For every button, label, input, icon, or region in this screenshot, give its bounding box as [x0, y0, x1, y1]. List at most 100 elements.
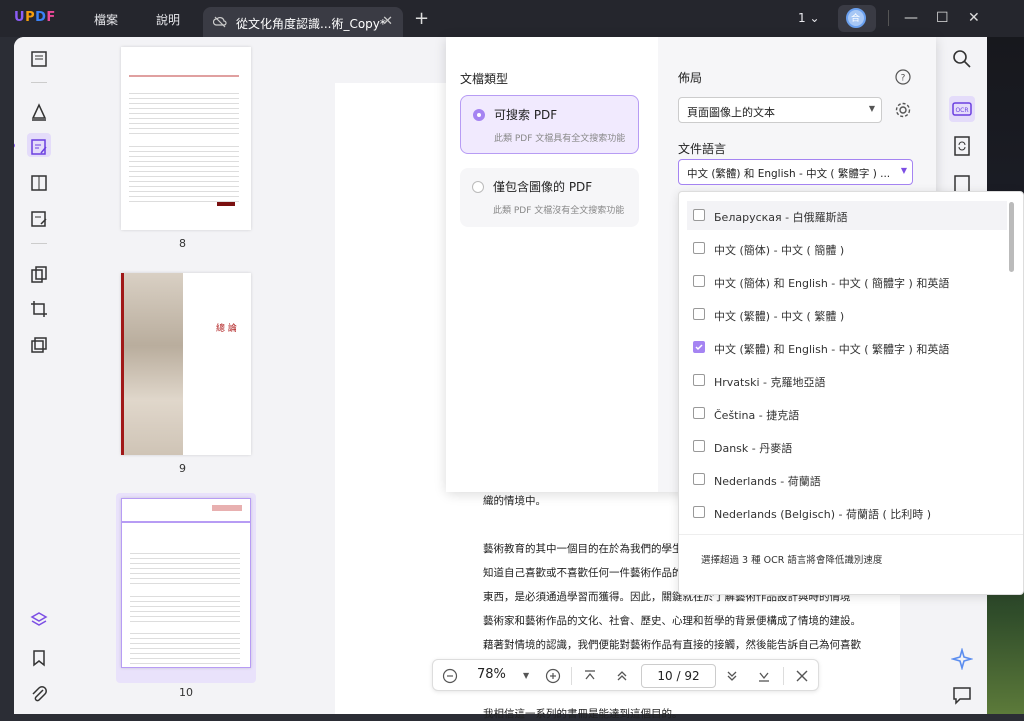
- bottom-toolbar: 78% ▼ 10 / 92: [432, 659, 819, 691]
- checkbox[interactable]: [693, 308, 705, 320]
- language-label: Hrvatski - 克羅地亞語: [714, 376, 826, 389]
- thumbnail-number: 10: [179, 686, 193, 699]
- thumbnail-page-8[interactable]: [121, 47, 251, 230]
- search-icon[interactable]: [951, 48, 973, 70]
- checkbox[interactable]: [693, 440, 705, 452]
- bookmark-icon[interactable]: [29, 648, 49, 668]
- zoom-dropdown-icon[interactable]: ▼: [523, 671, 529, 680]
- reader-icon[interactable]: [29, 49, 49, 69]
- checkbox[interactable]: [693, 209, 705, 221]
- checkbox[interactable]: [693, 374, 705, 386]
- previous-page-icon[interactable]: [615, 669, 629, 683]
- chevron-down-icon: ⌄: [809, 11, 820, 25]
- close-window-icon[interactable]: ✕: [968, 10, 980, 26]
- language-option[interactable]: Nederlands - 荷蘭語: [687, 465, 1007, 494]
- total-pages: 92: [684, 669, 700, 683]
- first-page-icon[interactable]: [583, 669, 597, 683]
- option-title: 可搜索 PDF: [494, 108, 558, 122]
- language-option[interactable]: 中文 (簡体) 和 English - 中文 ( 簡體字 ) 和英語: [687, 267, 1007, 296]
- language-option[interactable]: Dansk - 丹麥語: [687, 432, 1007, 461]
- ocr-icon[interactable]: OCR: [951, 98, 973, 120]
- language-value: 中文 (繁體) 和 English - 中文 ( 繁體字 ) ...: [687, 168, 891, 180]
- language-label: 中文 (繁體) 和 English - 中文 ( 繁體字 ) 和英語: [714, 343, 950, 356]
- last-page-icon[interactable]: [757, 669, 771, 683]
- doc-type-section: 文檔類型 可搜索 PDF 此類 PDF 文檔具有全文搜索功能 僅包含圖像的 PD…: [446, 37, 658, 492]
- option-title: 僅包含圖像的 PDF: [493, 180, 593, 194]
- form-icon[interactable]: [29, 173, 49, 193]
- radio-unselected[interactable]: [472, 181, 484, 193]
- language-option[interactable]: 中文 (簡体) - 中文 ( 簡體 ): [687, 234, 1007, 263]
- page-input[interactable]: 10 / 92: [641, 664, 716, 688]
- menu-file[interactable]: 檔案: [94, 11, 118, 28]
- page-count-dropdown[interactable]: 1 ⌄: [798, 11, 820, 25]
- language-dropdown: Беларуская - 白俄羅斯語 中文 (簡体) - 中文 ( 簡體 ) 中…: [678, 191, 1024, 595]
- caret-down-icon: ▼: [900, 166, 907, 175]
- new-tab-button[interactable]: +: [414, 8, 429, 29]
- thumbnail-page-10[interactable]: [121, 498, 251, 668]
- thumbnail-number: 9: [179, 462, 186, 475]
- option-desc: 此類 PDF 文檔沒有全文搜索功能: [493, 206, 625, 216]
- language-label: 中文 (繁體) - 中文 ( 繁體 ): [714, 310, 845, 323]
- menu-help[interactable]: 說明: [156, 11, 180, 28]
- doc-type-title: 文檔類型: [460, 72, 509, 86]
- minimize-icon[interactable]: —: [904, 10, 918, 26]
- next-page-icon[interactable]: [725, 669, 739, 683]
- avatar[interactable]: 合: [846, 8, 866, 28]
- language-option[interactable]: Беларуская - 白俄羅斯語: [687, 201, 1007, 230]
- radio-selected[interactable]: [473, 109, 485, 121]
- language-label: Беларуская - 白俄羅斯語: [714, 211, 848, 224]
- combine-icon[interactable]: [29, 335, 49, 355]
- document-tab[interactable]: 從文化角度認識...術_Copy* ✕: [203, 7, 403, 37]
- help-icon[interactable]: ?: [895, 69, 911, 85]
- language-select[interactable]: 中文 (繁體) 和 English - 中文 ( 繁體字 ) ... ▼: [678, 159, 913, 185]
- checkbox[interactable]: [693, 506, 705, 518]
- zoom-in-icon[interactable]: [545, 668, 561, 684]
- checkbox[interactable]: [693, 275, 705, 287]
- ai-assistant-icon[interactable]: [951, 648, 973, 670]
- layout-value: 頁面圖像上的文本: [687, 106, 775, 119]
- svg-text:OCR: OCR: [955, 107, 968, 114]
- language-title: 文件語言: [678, 142, 727, 156]
- gear-icon[interactable]: [894, 101, 912, 119]
- maximize-icon[interactable]: ☐: [936, 10, 949, 26]
- language-option[interactable]: 中文 (繁體) - 中文 ( 繁體 ): [687, 300, 1007, 329]
- attachment-icon[interactable]: [29, 684, 49, 704]
- language-label: Čeština - 捷克語: [714, 409, 800, 422]
- tab-close-icon[interactable]: ✕: [382, 14, 393, 29]
- language-option[interactable]: Čeština - 捷克語: [687, 399, 1007, 428]
- tab-label: 從文化角度認識...術_Copy*: [236, 17, 386, 31]
- language-option[interactable]: Hrvatski - 克羅地亞語: [687, 366, 1007, 395]
- checkbox-checked[interactable]: [693, 341, 705, 353]
- dropdown-scrollbar[interactable]: [1009, 202, 1014, 272]
- edit-pdf-icon[interactable]: [29, 137, 49, 157]
- ocr-edit-icon[interactable]: [29, 209, 49, 229]
- thumbnail-page-9[interactable]: 總 論: [121, 273, 251, 455]
- updf-logo: UPDF: [14, 10, 56, 25]
- language-limit-note: 選擇超過 3 種 OCR 語言將會降低識別速度: [701, 555, 883, 566]
- checkbox[interactable]: [693, 242, 705, 254]
- layers-icon[interactable]: [29, 610, 49, 630]
- layout-select[interactable]: 頁面圖像上的文本 ▼: [678, 97, 882, 123]
- convert-icon[interactable]: [951, 135, 973, 157]
- zoom-out-icon[interactable]: [442, 668, 458, 684]
- svg-text:?: ?: [901, 74, 906, 84]
- page-count-value: 1: [798, 11, 806, 25]
- language-option[interactable]: Nederlands (Belgisch) - 荷蘭語 ( 比利時 ): [687, 498, 1007, 527]
- language-label: Dansk - 丹麥語: [714, 442, 793, 455]
- option-searchable-pdf[interactable]: 可搜索 PDF 此類 PDF 文檔具有全文搜索功能: [460, 95, 639, 154]
- option-image-only-pdf[interactable]: 僅包含圖像的 PDF 此類 PDF 文檔沒有全文搜索功能: [460, 168, 639, 227]
- organize-pages-icon[interactable]: [29, 265, 49, 285]
- avatar-initial: 合: [851, 14, 861, 24]
- language-label: 中文 (簡体) - 中文 ( 簡體 ): [714, 244, 845, 257]
- language-label: Nederlands (Belgisch) - 荷蘭語 ( 比利時 ): [714, 508, 932, 521]
- checkbox[interactable]: [693, 407, 705, 419]
- comment-list-icon[interactable]: [951, 684, 973, 706]
- language-option[interactable]: 中文 (繁體) 和 English - 中文 ( 繁體字 ) 和英語: [687, 333, 1007, 362]
- left-toolbar: [14, 37, 64, 714]
- zoom-value[interactable]: 78%: [477, 667, 506, 682]
- crop-icon[interactable]: [29, 299, 49, 319]
- checkbox[interactable]: [693, 473, 705, 485]
- page9-heading: 總 論: [216, 324, 237, 334]
- close-toolbar-icon[interactable]: [795, 669, 809, 683]
- comment-icon[interactable]: [29, 102, 49, 122]
